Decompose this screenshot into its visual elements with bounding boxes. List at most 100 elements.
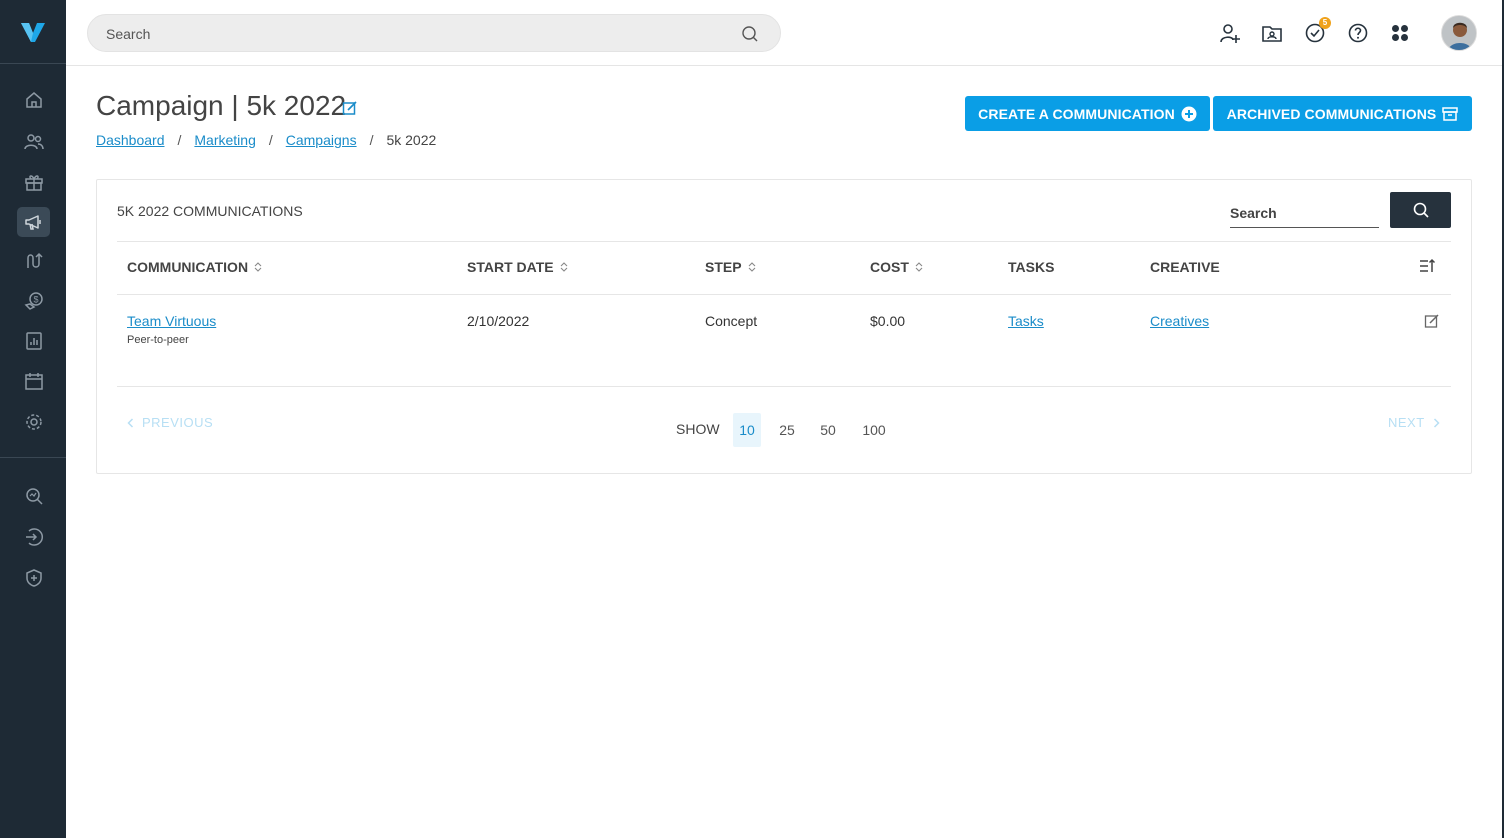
create-communication-label: CREATE A COMMUNICATION: [978, 105, 1175, 122]
sort-icon: [748, 262, 755, 272]
search-icon[interactable]: [740, 24, 760, 44]
page-size-10[interactable]: 10: [733, 413, 761, 447]
column-header-communication[interactable]: COMMUNICATION: [127, 258, 262, 276]
sidebar-item-import[interactable]: [17, 522, 50, 552]
column-header-step[interactable]: STEP: [705, 258, 756, 276]
add-person-icon: [1220, 24, 1240, 43]
table-search-button[interactable]: [1390, 192, 1451, 228]
sidebar-item-marketing[interactable]: [17, 207, 50, 237]
shield-icon: [25, 569, 42, 587]
page-size-50[interactable]: 50: [815, 413, 841, 447]
edit-title-icon[interactable]: [342, 100, 358, 116]
virtuous-logo[interactable]: [0, 0, 66, 64]
journey-icon: [26, 252, 43, 268]
page-size-100[interactable]: 100: [856, 413, 892, 447]
create-communication-button[interactable]: CREATE A COMMUNICATION: [965, 96, 1210, 131]
logo-icon: [21, 22, 45, 42]
table-search-input[interactable]: [1230, 200, 1379, 226]
sidebar-item-settings[interactable]: [17, 407, 50, 437]
sort-icon: [560, 262, 567, 272]
column-label: STEP: [705, 259, 742, 275]
communication-link[interactable]: Team Virtuous: [127, 313, 216, 329]
page-size-25[interactable]: 25: [774, 413, 800, 447]
settings-icon: [25, 414, 42, 430]
page-size-label: SHOW: [676, 421, 720, 437]
user-avatar[interactable]: [1441, 15, 1477, 51]
top-bar: 5: [66, 0, 1504, 66]
global-search[interactable]: [87, 14, 781, 52]
home-icon: [25, 92, 42, 108]
sort-icon: [254, 262, 262, 272]
people-icon: [23, 134, 44, 150]
plus-circle-icon: [1181, 106, 1197, 121]
archived-communications-label: ARCHIVED COMMUNICATIONS: [1226, 105, 1437, 122]
search-icon: [1413, 202, 1429, 218]
add-contact-button[interactable]: [1218, 21, 1242, 45]
chevron-left-icon: [127, 417, 134, 428]
card-title: 5K 2022 COMMUNICATIONS: [117, 203, 303, 219]
tasks-link[interactable]: Tasks: [1008, 313, 1044, 329]
help-icon: [1348, 23, 1368, 43]
column-header-tasks: TASKS: [1008, 258, 1054, 276]
step-cell: Concept: [705, 313, 758, 329]
creatives-link[interactable]: Creatives: [1150, 313, 1209, 329]
avatar-image: [1442, 16, 1476, 50]
sidebar: $: [0, 0, 66, 838]
apps-button[interactable]: [1388, 21, 1412, 45]
sidebar-item-donations[interactable]: $: [17, 286, 50, 316]
column-header-cost[interactable]: COST: [870, 258, 923, 276]
column-label: COMMUNICATION: [127, 259, 249, 275]
divider: [117, 294, 1451, 295]
gift-icon: [24, 175, 43, 191]
folder-user-icon: [1262, 26, 1282, 42]
apps-grid-icon: [1392, 25, 1408, 41]
report-icon: [25, 332, 42, 350]
sidebar-divider: [0, 457, 66, 458]
edit-row-icon[interactable]: [1424, 313, 1440, 329]
breadcrumb-dashboard[interactable]: Dashboard: [96, 132, 165, 148]
breadcrumb-campaigns[interactable]: Campaigns: [286, 132, 357, 148]
table-search[interactable]: [1230, 200, 1379, 228]
help-button[interactable]: [1346, 21, 1370, 45]
sidebar-item-home[interactable]: [17, 85, 50, 115]
global-search-input[interactable]: [106, 24, 706, 44]
archive-icon: [1442, 106, 1459, 121]
column-label: COST: [870, 259, 909, 275]
breadcrumb-separator: /: [268, 132, 273, 148]
column-header-start-date[interactable]: START DATE: [467, 258, 568, 276]
tasks-button[interactable]: 5: [1303, 17, 1331, 45]
sidebar-item-journeys[interactable]: [17, 246, 50, 276]
tasks-count-badge: 5: [1319, 17, 1331, 29]
chevron-right-icon: [1433, 417, 1440, 428]
divider: [117, 386, 1451, 387]
column-label: START DATE: [467, 259, 554, 275]
breadcrumb-marketing[interactable]: Marketing: [194, 132, 255, 148]
column-label: TASKS: [1008, 259, 1055, 275]
sidebar-item-gifts[interactable]: [17, 167, 50, 197]
previous-label: PREVIOUS: [142, 415, 214, 430]
start-date-cell: 2/10/2022: [467, 313, 530, 329]
column-settings-icon[interactable]: [1418, 257, 1436, 275]
sidebar-item-reports[interactable]: [17, 326, 50, 356]
communication-cell: Team Virtuous: [127, 313, 216, 329]
previous-page-button[interactable]: PREVIOUS: [127, 415, 213, 430]
divider: [117, 241, 1451, 242]
column-label: CREATIVE: [1150, 259, 1220, 275]
sidebar-item-calendar[interactable]: [17, 366, 50, 396]
tasks-cell: Tasks: [1008, 313, 1044, 329]
query-icon: [25, 488, 43, 505]
creative-cell: Creatives: [1150, 313, 1209, 329]
megaphone-icon: [24, 215, 41, 230]
breadcrumb: Dashboard / Marketing / Campaigns / 5k 2…: [96, 131, 436, 149]
sort-icon: [915, 262, 923, 272]
breadcrumb-separator: /: [369, 132, 374, 148]
sidebar-item-query[interactable]: [17, 481, 50, 511]
contact-card-button[interactable]: [1260, 21, 1284, 45]
next-page-button[interactable]: NEXT: [1388, 415, 1440, 430]
sidebar-item-security[interactable]: [17, 563, 50, 593]
donation-icon: $: [24, 292, 43, 310]
sidebar-item-contacts[interactable]: [17, 127, 50, 157]
page-title: Campaign | 5k 2022: [96, 90, 347, 121]
archived-communications-button[interactable]: ARCHIVED COMMUNICATIONS: [1213, 96, 1472, 131]
communications-card: 5K 2022 COMMUNICATIONS COMMUNICATION STA…: [96, 179, 1472, 474]
